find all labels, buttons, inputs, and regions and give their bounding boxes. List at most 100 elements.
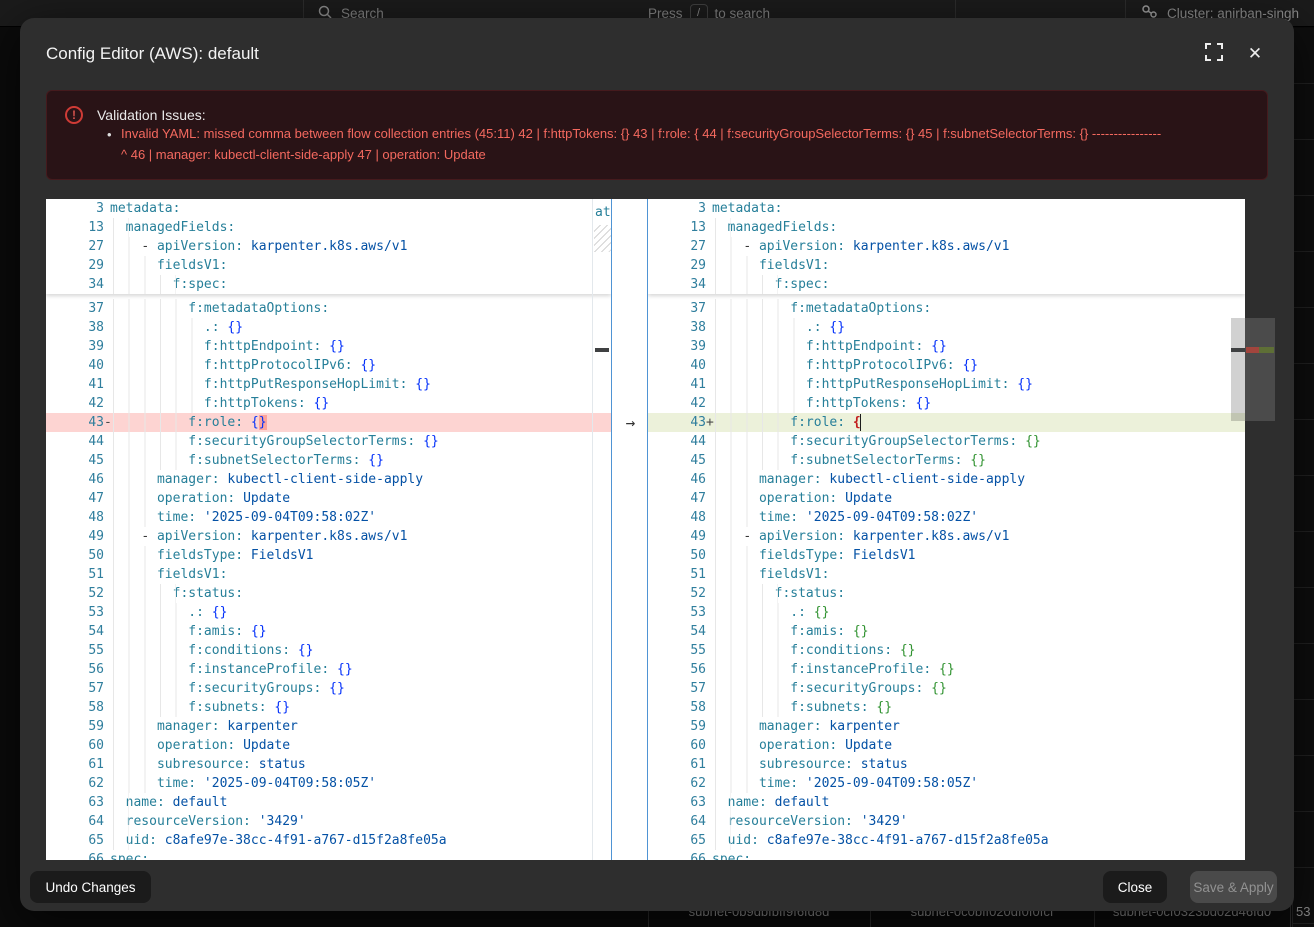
indent-guides [113, 318, 207, 337]
code-line: 53 .: {} [648, 603, 1245, 622]
token: {} [204, 605, 227, 620]
token: spec: [712, 852, 751, 860]
line-number: 45 [46, 451, 104, 470]
close-icon: ✕ [1248, 44, 1262, 64]
token: f:securityGroupSelectorTerms: [790, 434, 1017, 449]
line-content: operation: Update [110, 489, 611, 508]
line-content: fieldsV1: [110, 565, 611, 584]
code-line: 51 fieldsV1: [648, 565, 1245, 584]
overview-insertion-mark [1259, 347, 1274, 353]
code-line: 27 - apiVersion: karpenter.k8s.aws/v1 [648, 237, 1245, 256]
token: name: [126, 795, 165, 810]
danger-icon: ! [65, 106, 83, 124]
token: subresource: [157, 757, 251, 772]
code-line: 66spec: [648, 850, 1245, 860]
indent-guides [715, 755, 762, 774]
token: karpenter [822, 719, 900, 734]
code-line: 52 f:status: [46, 584, 611, 603]
code-line: 3metadata: [648, 199, 1245, 218]
line-number: 64 [648, 812, 706, 831]
line-content: f:subnetSelectorTerms: {} [712, 451, 1245, 470]
token: time: [759, 776, 798, 791]
token: apiVersion: [157, 239, 243, 254]
line-content: operation: Update [712, 736, 1245, 755]
diff-pane-original[interactable]: 37 f:metadataOptions:38 .: {}39 f:httpEn… [46, 199, 611, 860]
indent-guides [715, 275, 778, 294]
indent-guides [715, 546, 762, 565]
diff-revert-arrow[interactable]: → [612, 413, 649, 432]
token: {} [220, 320, 243, 335]
token: managedFields: [126, 220, 236, 235]
indent-guides [715, 337, 809, 356]
line-number: 49 [46, 527, 104, 546]
line-number: 37 [648, 299, 706, 318]
token: '2025-09-04T09:58:02Z' [196, 510, 376, 525]
token: f:spec: [775, 277, 830, 292]
line-number: 29 [46, 256, 104, 275]
token: '2025-09-04T09:58:05Z' [798, 776, 978, 791]
line-content: f:conditions: {} [712, 641, 1245, 660]
indent-guides [113, 755, 160, 774]
line-number: 56 [46, 660, 104, 679]
line-content: f:amis: {} [712, 622, 1245, 641]
token: f:httpProtocolIPv6: [806, 358, 955, 373]
code-line: 65 uid: c8afe97e-38cc-4f91-a767-d15f2a8f… [648, 831, 1245, 850]
vertical-scrollbar-slider[interactable] [1231, 318, 1245, 421]
line-content: - apiVersion: karpenter.k8s.aws/v1 [712, 527, 1245, 546]
indent-guides [113, 256, 160, 275]
code-line: 58 f:subnets: {} [648, 698, 1245, 717]
token: {} [360, 453, 383, 468]
undo-changes-button[interactable]: Undo Changes [30, 871, 151, 903]
diff-overview-ruler[interactable] [1245, 199, 1275, 860]
code-line: 60 operation: Update [46, 736, 611, 755]
indent-guides [715, 679, 793, 698]
expand-button[interactable] [1201, 41, 1227, 67]
token: f:metadataOptions: [188, 301, 329, 316]
code-line: 42 f:httpTokens: {} [46, 394, 611, 413]
token: {} [243, 624, 266, 639]
indent-guides [715, 375, 809, 394]
token: manager: [759, 472, 822, 487]
line-number: 42 [648, 394, 706, 413]
line-number: 45 [648, 451, 706, 470]
token: fieldsType: [759, 548, 845, 563]
indent-guides [715, 489, 762, 508]
code-line: 39 f:httpEndpoint: {} [648, 337, 1245, 356]
token: f:status: [775, 586, 845, 601]
line-number: 44 [648, 432, 706, 451]
token: {} [321, 681, 344, 696]
indent-guides [715, 318, 809, 337]
line-number: 55 [46, 641, 104, 660]
close-footer-button[interactable]: Close [1103, 871, 1167, 903]
line-number: 44 [46, 432, 104, 451]
line-content: resourceVersion: '3429' [712, 812, 1245, 831]
overview-slider[interactable] [1245, 318, 1275, 421]
save-apply-button[interactable]: Save & Apply [1190, 871, 1277, 903]
code-line: 38 .: {} [648, 318, 1245, 337]
token: karpenter [220, 719, 298, 734]
token: { [845, 415, 861, 430]
indent-guides [113, 584, 176, 603]
code-line: 66spec: [46, 850, 611, 860]
line-content: f:httpEndpoint: {} [712, 337, 1245, 356]
token: } [259, 415, 267, 430]
code-line: 63 name: default [648, 793, 1245, 812]
diff-pane-modified[interactable]: 37 f:metadataOptions:38 .: {}39 f:httpEn… [648, 199, 1245, 860]
token: status [853, 757, 908, 772]
code-line: 37 f:metadataOptions: [648, 299, 1245, 318]
code-line: 65 uid: c8afe97e-38cc-4f91-a767-d15f2a8f… [46, 831, 611, 850]
token: {} [869, 700, 892, 715]
code-line: 49 - apiVersion: karpenter.k8s.aws/v1 [46, 527, 611, 546]
line-number: 34 [648, 275, 706, 294]
token: {} [1017, 434, 1040, 449]
line-content: f:spec: [110, 275, 611, 294]
code-line: 34 f:spec: [46, 275, 611, 294]
token: spec: [110, 852, 149, 860]
line-content: f:httpTokens: {} [712, 394, 1245, 413]
code-line: 42 f:httpTokens: {} [648, 394, 1245, 413]
close-button[interactable]: ✕ [1242, 41, 1268, 67]
indent-guides [113, 660, 191, 679]
token: {} [415, 434, 438, 449]
line-number: 63 [648, 793, 706, 812]
token: {} [321, 339, 344, 354]
